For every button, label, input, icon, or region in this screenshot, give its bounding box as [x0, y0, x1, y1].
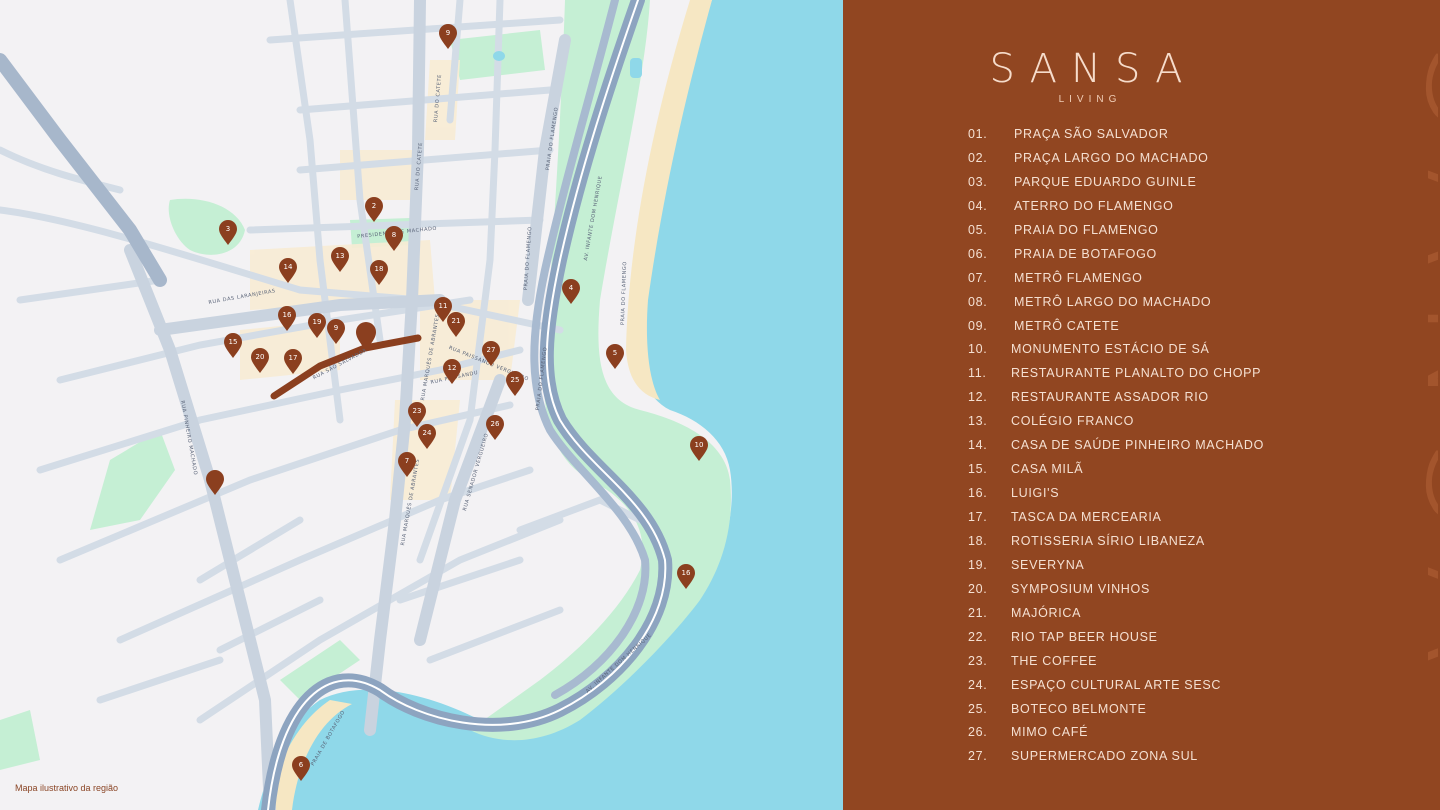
place-number: 20. — [968, 581, 988, 596]
map-pin[interactable]: 6 — [291, 756, 311, 782]
map-pin[interactable]: 16 — [676, 564, 696, 590]
place-name: MAJÓRICA — [1011, 605, 1082, 620]
project-location-pin[interactable] — [355, 322, 377, 352]
place-name: METRÔ FLAMENGO — [1014, 270, 1143, 285]
neighborhood-map[interactable]: RUA DO CATETE RUA DO CATETE PRAIA DO FLA… — [0, 0, 843, 810]
place-number: 10. — [968, 342, 988, 357]
place-number: 07. — [968, 270, 988, 285]
map-pin[interactable]: 10 — [689, 436, 709, 462]
place-name: TASCA DA MERCEARIA — [1011, 510, 1162, 524]
place-number: 17. — [968, 510, 988, 524]
map-pin[interactable]: 15 — [223, 333, 243, 359]
map-pin[interactable]: 9 — [326, 319, 346, 345]
place-number: 11. — [968, 366, 987, 381]
place-number: 14. — [968, 438, 988, 453]
place-number: 09. — [968, 318, 988, 333]
map-pin[interactable]: 14 — [278, 258, 298, 284]
place-name: PARQUE EDUARDO GUINLE — [1014, 174, 1197, 189]
place-name: METRÔ LARGO DO MACHADO — [1014, 294, 1212, 309]
map-pin[interactable]: 18 — [369, 260, 389, 286]
place-name: SUPERMERCADO ZONA SUL — [1011, 749, 1198, 764]
place-number: 02. — [968, 150, 988, 165]
place-number: 13. — [968, 414, 988, 429]
place-name: THE COFFEE — [1011, 653, 1098, 668]
place-name: PRAIA DO FLAMENGO — [1014, 222, 1159, 237]
place-number: 08. — [968, 294, 988, 309]
brand-name: SANSA — [989, 46, 1197, 92]
place-number: 19. — [968, 557, 988, 572]
place-number: 05. — [968, 222, 988, 237]
place-name: MONUMENTO ESTÁCIO DE SÁ — [1011, 342, 1210, 357]
map-pin[interactable]: 2 — [364, 197, 384, 223]
place-name: PRAÇA LARGO DO MACHADO — [1014, 150, 1209, 165]
map-pin[interactable]: 9 — [438, 24, 458, 50]
map-caption: Mapa ilustrativo da região — [15, 783, 119, 793]
place-number: 23. — [968, 653, 988, 668]
map-pin[interactable]: 24 — [417, 424, 437, 450]
map-pin[interactable]: 12 — [442, 359, 462, 385]
map-pin[interactable]: 21 — [446, 312, 466, 338]
map-pin[interactable]: 26 — [485, 415, 505, 441]
place-name: PRAÇA SÃO SALVADOR — [1014, 127, 1169, 141]
place-name: MIMO CAFÉ — [1011, 725, 1089, 740]
place-name: CASA DE SAÚDE PINHEIRO MACHADO — [1011, 438, 1264, 453]
map-pin[interactable]: 4 — [561, 279, 581, 305]
map-pin[interactable]: 20 — [250, 348, 270, 374]
map-pin[interactable]: 16 — [277, 306, 297, 332]
map-pin[interactable]: 19 — [307, 313, 327, 339]
map-pin[interactable]: 8 — [384, 226, 404, 252]
map-pin[interactable]: 17 — [283, 349, 303, 375]
place-number: 16. — [968, 486, 988, 501]
brand-watermark: SANSA — [1392, 40, 1438, 693]
map-pin[interactable]: 13 — [330, 247, 350, 273]
place-name: RESTAURANTE PLANALTO DO CHOPP — [1011, 366, 1262, 381]
brand-logo: SANSA LIVING — [968, 46, 1208, 105]
place-number: 27. — [968, 749, 988, 764]
place-number: 18. — [968, 533, 988, 548]
place-name: SYMPOSIUM VINHOS — [1011, 581, 1150, 596]
place-name: BOTECO BELMONTE — [1011, 701, 1147, 716]
place-number: 01. — [968, 127, 988, 141]
map-pin[interactable]: 5 — [605, 344, 625, 370]
place-name: SEVERYNA — [1011, 557, 1085, 572]
place-name: RIO TAP BEER HOUSE — [1011, 629, 1158, 644]
place-name: PRAIA DE BOTAFOGO — [1014, 246, 1157, 261]
brand-subtitle: LIVING — [1058, 94, 1122, 105]
svg-text:SANSA: SANSA — [1392, 40, 1438, 693]
place-name: LUIGI'S — [1011, 486, 1060, 501]
place-name: COLÉGIO FRANCO — [1011, 414, 1135, 429]
map-pin[interactable]: 7 — [397, 452, 417, 478]
place-number: 25. — [968, 701, 988, 716]
map-pin[interactable]: 25 — [505, 371, 525, 397]
place-name: RESTAURANTE ASSADOR RIO — [1011, 390, 1209, 405]
place-number: 22. — [968, 629, 988, 644]
place-number: 04. — [968, 198, 988, 213]
place-number: 15. — [968, 462, 988, 477]
place-number: 06. — [968, 246, 988, 261]
place-name: CASA MILÃ — [1011, 462, 1084, 477]
place-number: 24. — [968, 677, 988, 692]
place-number: 21. — [968, 605, 988, 620]
place-number: 03. — [968, 174, 988, 189]
place-name: METRÔ CATETE — [1014, 318, 1120, 333]
place-number: 12. — [968, 390, 988, 405]
place-number: 26. — [968, 725, 988, 740]
map-pin[interactable]: 27 — [481, 341, 501, 367]
place-name: ROTISSERIA SÍRIO LIBANEZA — [1011, 533, 1205, 548]
place-name: ATERRO DO FLAMENGO — [1014, 198, 1174, 213]
map-pin[interactable] — [205, 470, 225, 496]
place-name: ESPAÇO CULTURAL ARTE SESC — [1011, 677, 1222, 692]
map-pin[interactable]: 3 — [218, 220, 238, 246]
